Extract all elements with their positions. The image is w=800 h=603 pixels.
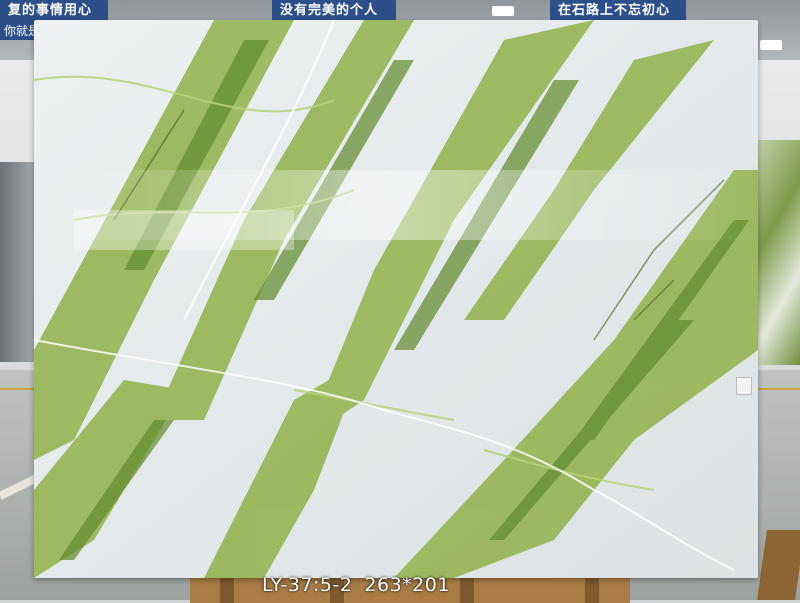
- warehouse-scene: 复的事情用心做 你就是 没有完美的个人 在石路上不忘初心: [0, 0, 800, 603]
- marble-slab: [34, 20, 758, 578]
- slab-code: LY-37:5-2: [262, 574, 353, 596]
- slab-size: 263*201: [364, 574, 450, 596]
- banner-middle: 没有完美的个人: [272, 0, 396, 22]
- slab-caption: LY-37:5-2 263*201: [262, 574, 450, 596]
- marble-vein-pattern: [34, 20, 758, 578]
- slab-sticker: [736, 377, 752, 395]
- banner-left: 复的事情用心做: [0, 0, 108, 40]
- ceiling-lamp: [492, 6, 514, 16]
- side-slab-right: [752, 140, 800, 365]
- ceiling-lamp: [760, 40, 782, 50]
- banner-right: 在石路上不忘初心: [550, 0, 686, 22]
